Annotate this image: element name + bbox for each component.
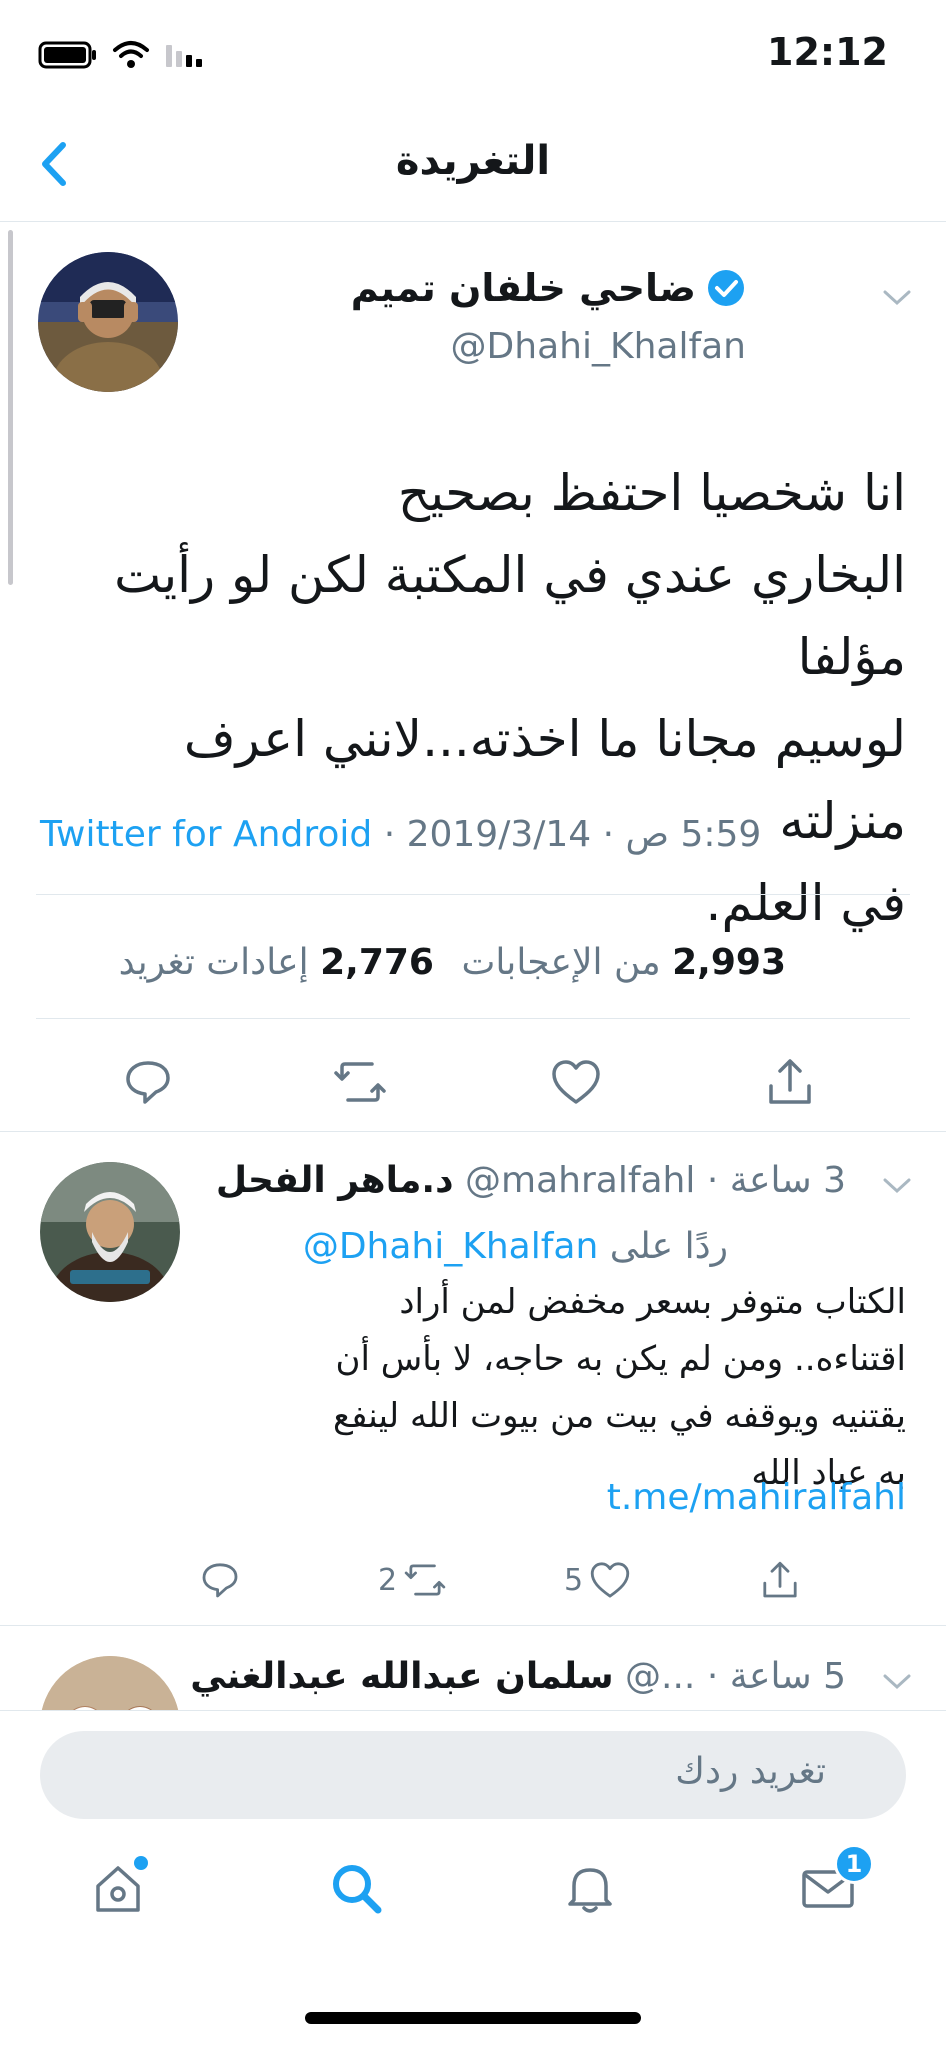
reply-time: 3 ساعة: [729, 1160, 846, 1201]
tweet-stats: 2,993 من الإعجابات 2,776 إعادات تغريد: [119, 942, 786, 983]
chevron-down-icon: [883, 1674, 911, 1690]
retweet-icon: [404, 1564, 446, 1596]
reply-reply-button[interactable]: [200, 1550, 240, 1610]
divider: [36, 1018, 910, 1019]
compose-area: تغريد ردك: [0, 1710, 946, 1830]
tweet-author[interactable]: ضاحي خلفان تميم @Dhahi_Khalfan: [350, 266, 746, 367]
reply-retweet-button[interactable]: 2: [378, 1550, 447, 1610]
header: التغريدة: [0, 110, 946, 222]
reply-tweet[interactable]: 3 ساعة · @mahralfahl د.ماهر الفحل ردًا ع…: [0, 1132, 946, 1626]
tab-notifications[interactable]: [550, 1848, 630, 1928]
share-icon: [769, 1059, 811, 1104]
next-reply-handle: @...: [625, 1656, 696, 1697]
status-icons: [38, 40, 204, 70]
avatar[interactable]: [38, 252, 178, 392]
avatar[interactable]: [40, 1162, 180, 1302]
reply-retweet-count: 2: [378, 1562, 398, 1598]
avatar[interactable]: [40, 1656, 180, 1710]
next-reply-options-button[interactable]: [882, 1672, 912, 1696]
reply-text: الكتاب متوفر بسعر مخفض لمن أراد اقتناءه.…: [332, 1282, 906, 1493]
tweet-options-button[interactable]: [882, 288, 912, 312]
home-notification-dot: [134, 1856, 148, 1870]
tab-home[interactable]: [78, 1848, 158, 1928]
bell-icon: [568, 1868, 612, 1913]
author-name: ضاحي خلفان تميم: [350, 266, 696, 310]
replying-to: ردًا على @Dhahi_Khalfan: [303, 1226, 728, 1267]
tab-search[interactable]: [316, 1848, 396, 1928]
tab-messages[interactable]: 1: [788, 1844, 874, 1928]
status-bar: 12:12: [0, 0, 946, 110]
reply-author-name[interactable]: د.ماهر الفحل: [216, 1160, 454, 1201]
battery-icon: [38, 41, 96, 69]
avatar-image: [40, 1656, 180, 1710]
chevron-down-icon: [883, 1178, 911, 1194]
tweet-meta: Twitter for Android · 2019/3/14 · 5:59 ص: [40, 814, 762, 855]
reply-handle: @mahralfahl: [465, 1160, 696, 1201]
next-reply-header: 5 ساعة · @... سلمان عبدالله عبدالغني: [190, 1656, 846, 1697]
wifi-icon: [113, 41, 149, 68]
reply-options-button[interactable]: [882, 1176, 912, 1200]
verified-badge-icon: [708, 270, 744, 306]
next-reply-time: 5 ساعة: [729, 1656, 846, 1697]
retweets-count: 2,776: [320, 942, 434, 983]
like-button[interactable]: [546, 1052, 606, 1112]
messages-badge: 1: [834, 1844, 874, 1884]
next-reply-author-name[interactable]: سلمان عبدالله عبدالغني: [190, 1656, 613, 1697]
tweet-time: 5:59 ص: [625, 814, 762, 855]
reply-button[interactable]: [118, 1052, 178, 1112]
reply-icon: [202, 1563, 238, 1598]
heart-icon: [552, 1060, 600, 1104]
tweet-actions: [0, 1052, 946, 1132]
retweet-icon: [334, 1062, 386, 1102]
likes-count: 2,993: [672, 942, 786, 983]
tweet-source-link[interactable]: Twitter for Android: [40, 814, 372, 855]
next-reply-tweet[interactable]: 5 ساعة · @... سلمان عبدالله عبدالغني: [0, 1626, 946, 1710]
reply-header: 3 ساعة · @mahralfahl د.ماهر الفحل: [215, 1160, 846, 1201]
search-icon: [333, 1865, 382, 1914]
tweet-text: انا شخصيا احتفظ بصحيح البخاري عندي في ال…: [114, 464, 906, 932]
page-title: التغريدة: [395, 138, 551, 184]
retweets-stat[interactable]: 2,776 إعادات تغريد: [119, 942, 434, 983]
reply-share-button[interactable]: [760, 1550, 800, 1610]
share-icon: [763, 1561, 797, 1598]
reply-link[interactable]: t.me/mahiralfahl: [607, 1477, 906, 1518]
heart-icon: [590, 1562, 630, 1598]
reply-like-button[interactable]: 5: [564, 1550, 631, 1610]
reply-compose-input[interactable]: تغريد ردك: [40, 1731, 906, 1819]
avatar-image: [40, 1162, 180, 1302]
replying-mention-link[interactable]: @Dhahi_Khalfan: [303, 1226, 598, 1267]
home-indicator[interactable]: [305, 2012, 641, 2024]
likes-label: من الإعجابات: [461, 942, 661, 983]
replying-label: ردًا على: [609, 1226, 728, 1267]
author-handle: @Dhahi_Khalfan: [450, 326, 746, 367]
reply-like-count: 5: [564, 1562, 584, 1598]
status-time: 12:12: [767, 30, 888, 74]
tweet-date: 2019/3/14: [406, 814, 592, 855]
avatar-image: [38, 252, 178, 392]
likes-stat[interactable]: 2,993 من الإعجابات: [461, 942, 786, 983]
reply-icon: [126, 1061, 170, 1104]
divider: [36, 894, 910, 895]
compose-placeholder: تغريد ردك: [675, 1751, 826, 1792]
retweet-button[interactable]: [330, 1052, 390, 1112]
reply-actions: 2 5: [0, 1550, 946, 1610]
signal-icon: [166, 45, 202, 67]
chevron-down-icon: [883, 290, 911, 306]
share-button[interactable]: [760, 1052, 820, 1112]
tab-bar: 1: [0, 1830, 946, 1960]
retweets-label: إعادات تغريد: [118, 942, 309, 983]
main-tweet: ضاحي خلفان تميم @Dhahi_Khalfan انا شخصيا…: [0, 222, 946, 1132]
